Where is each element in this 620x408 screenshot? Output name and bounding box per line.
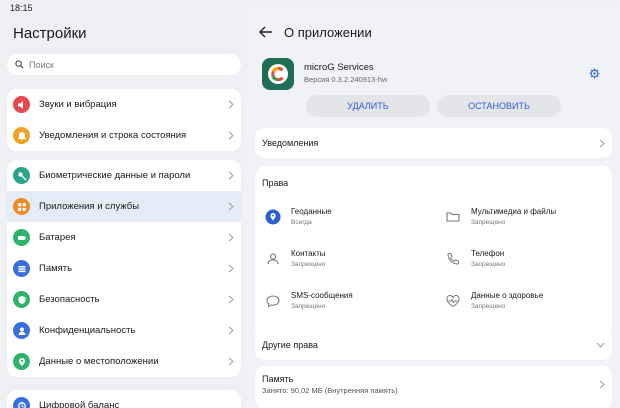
location-pin-icon: [265, 209, 281, 225]
chevron-right-icon: [228, 171, 234, 180]
sidebar-item-digital-balance[interactable]: Цифровой баланс: [7, 390, 241, 408]
chevron-right-icon: [599, 139, 605, 148]
sidebar-item-sounds[interactable]: Звуки и вибрация: [7, 89, 241, 120]
sidebar-item-storage[interactable]: Память: [7, 253, 241, 284]
sidebar-item-location[interactable]: Данные о местоположении: [7, 346, 241, 377]
bell-icon: [13, 127, 30, 144]
search-input[interactable]: Поиск: [7, 54, 241, 75]
sidebar-item-label: Цифровой баланс: [39, 400, 120, 408]
permission-name: Данные о здоровье: [471, 291, 544, 300]
chevron-right-icon: [228, 326, 234, 335]
sms-icon: [266, 295, 280, 308]
storage-title: Память: [262, 374, 294, 384]
uninstall-button[interactable]: УДАЛИТЬ: [306, 95, 430, 117]
sidebar-item-label: Уведомления и строка состояния: [39, 130, 187, 141]
permission-media[interactable]: Мультимедиа и файлы Запрещено: [445, 207, 605, 235]
sidebar-item-privacy[interactable]: Конфиденциальность: [7, 315, 241, 346]
chevron-right-icon: [599, 380, 605, 389]
permission-status: Запрещено: [471, 303, 506, 310]
sidebar-item-label: Биометрические данные и пароли: [39, 170, 191, 181]
apps-icon: [13, 198, 30, 215]
sidebar-item-label: Батарея: [39, 232, 76, 243]
app-icon: [262, 58, 294, 90]
permission-name: Контакты: [291, 249, 326, 258]
settings-group-2: Биометрические данные и пароли Приложени…: [7, 160, 241, 377]
status-time: 18:15: [10, 3, 33, 13]
search-icon: [15, 60, 24, 69]
folder-icon: [446, 212, 460, 222]
sidebar-item-notifications[interactable]: Уведомления и строка состояния: [7, 120, 241, 151]
permission-sms[interactable]: SMS-сообщения Запрещено: [265, 291, 425, 319]
battery-icon: [13, 229, 30, 246]
key-icon: [13, 167, 30, 184]
settings-title: Настройки: [13, 25, 87, 42]
app-version: Версия 0.3.2.240913-hw: [304, 75, 388, 84]
gear-icon[interactable]: [589, 68, 600, 79]
notifications-row[interactable]: Уведомления: [255, 128, 612, 158]
permission-phone[interactable]: Телефон Запрещено: [445, 249, 605, 277]
sidebar-item-label: Безопасность: [39, 294, 100, 305]
sidebar-item-label: Звуки и вибрация: [39, 99, 117, 110]
settings-sidebar: Настройки Поиск Звуки и вибрация Уведомл…: [0, 16, 248, 408]
permission-name: SMS-сообщения: [291, 291, 353, 300]
storage-row[interactable]: Память Занято: 90,02 МБ (Внутренняя памя…: [255, 366, 612, 408]
app-info-panel: О приложении microG Services Версия 0.3.…: [248, 16, 620, 408]
phone-icon: [447, 252, 460, 265]
chevron-right-icon: [228, 357, 234, 366]
sidebar-item-biometrics[interactable]: Биометрические данные и пароли: [7, 160, 241, 191]
permissions-card: Права Геоданные Всегда Мультимедиа и фай…: [255, 166, 612, 339]
page-title: О приложении: [284, 25, 372, 40]
sidebar-item-security[interactable]: Безопасность: [7, 284, 241, 315]
microg-logo-icon: [268, 64, 288, 84]
sidebar-item-battery[interactable]: Батарея: [7, 222, 241, 253]
settings-group-3: Цифровой баланс: [7, 390, 241, 408]
sidebar-item-label: Конфиденциальность: [39, 325, 136, 336]
permission-status: Запрещено: [291, 261, 326, 268]
back-arrow-icon[interactable]: [259, 26, 273, 38]
app-name: microG Services: [304, 62, 374, 73]
permission-status: Запрещено: [471, 261, 506, 268]
permission-health[interactable]: Данные о здоровье Запрещено: [445, 291, 605, 319]
other-permissions-row[interactable]: Другие права: [255, 330, 612, 360]
permission-name: Телефон: [471, 249, 505, 258]
balance-icon: [13, 397, 30, 408]
permission-status: Запрещено: [471, 219, 506, 226]
chevron-right-icon: [228, 295, 234, 304]
permissions-title: Права: [262, 178, 289, 188]
sidebar-item-label: Память: [39, 263, 73, 274]
permission-status: Запрещено: [291, 303, 326, 310]
permission-location[interactable]: Геоданные Всегда: [265, 207, 425, 235]
chevron-right-icon: [228, 131, 234, 140]
notifications-label: Уведомления: [262, 138, 319, 148]
sidebar-item-label: Данные о местоположении: [39, 356, 159, 367]
chevron-right-icon: [228, 202, 234, 211]
settings-group-1: Звуки и вибрация Уведомления и строка со…: [7, 89, 241, 151]
permission-status: Всегда: [291, 219, 312, 226]
contacts-icon: [267, 253, 279, 265]
stop-button[interactable]: ОСТАНОВИТЬ: [437, 95, 561, 117]
other-permissions-label: Другие права: [262, 340, 318, 350]
location-icon: [13, 353, 30, 370]
chevron-right-icon: [228, 233, 234, 242]
chevron-down-icon: [596, 342, 605, 348]
privacy-icon: [13, 322, 30, 339]
permission-contacts[interactable]: Контакты Запрещено: [265, 249, 425, 277]
chevron-right-icon: [228, 100, 234, 109]
permission-name: Мультимедиа и файлы: [471, 207, 557, 216]
storage-icon: [13, 260, 30, 277]
health-icon: [446, 294, 460, 308]
chevron-right-icon: [228, 264, 234, 273]
sidebar-item-label: Приложения и службы: [39, 201, 140, 212]
storage-subtitle: Занято: 90,02 МБ (Внутренняя память): [262, 386, 398, 395]
shield-icon: [13, 291, 30, 308]
search-placeholder: Поиск: [29, 59, 54, 70]
speaker-icon: [13, 96, 30, 113]
sidebar-item-apps[interactable]: Приложения и службы: [7, 191, 241, 222]
permission-name: Геоданные: [291, 207, 332, 216]
status-bar: 18:15 34: [0, 0, 620, 395]
